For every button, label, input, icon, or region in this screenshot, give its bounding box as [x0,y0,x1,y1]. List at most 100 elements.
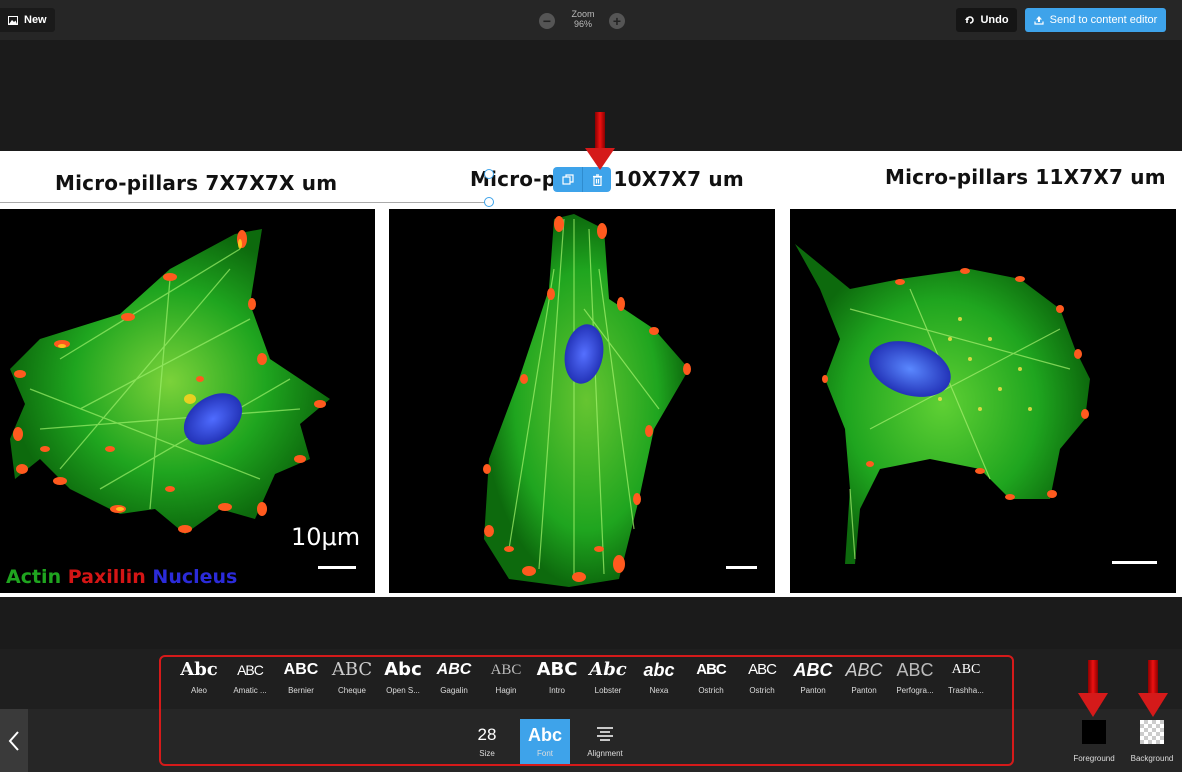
font-sample: ABC [490,662,522,678]
size-control[interactable]: 28 Size [462,719,512,764]
scale-bar-label: 10μm [291,523,361,551]
font-sample: ABC [536,659,578,680]
font-sample: ABC [331,659,373,680]
undo-label: Undo [980,14,1009,26]
panel-title-1[interactable]: Micro-pillars 7X7X7X um [55,171,337,195]
font-name: Amatic ... [233,686,267,695]
font-option-aleo[interactable]: Abc Aleo [174,658,224,702]
chevron-left-icon [8,730,19,751]
channel-legend: Actin Paxillin Nucleus [6,566,237,588]
font-label: Font [536,749,553,758]
legend-actin: Actin [6,566,62,588]
image-canvas[interactable]: Micro-pillars 7X7X7X um Micro-p 10X7X7 u… [0,151,1182,597]
font-option-perfograma[interactable]: ABC Perfogra... [890,658,940,702]
image-icon [8,15,18,25]
duplicate-button[interactable] [553,167,582,192]
zoom-in-button[interactable]: + [609,13,625,29]
zoom-out-button[interactable]: − [539,13,555,29]
top-toolbar: New − Zoom 96% + Undo Send to content ed… [0,0,1182,40]
font-sample: Abc [589,659,627,680]
zoom-control: − Zoom 96% + [538,8,628,34]
selection-line [0,202,489,203]
size-value: 28 [477,725,497,744]
font-name: Cheque [337,686,367,695]
annotation-arrow-delete [585,112,615,172]
foreground-label: Foreground [1073,754,1115,763]
font-option-panton-light[interactable]: ABC Panton [839,658,889,702]
font-option-ostrich-2[interactable]: ABC Ostrich [737,658,787,702]
font-option-panton-bold[interactable]: ABC Panton [788,658,838,702]
alignment-label: Alignment [587,749,623,758]
font-option-open-sans[interactable]: Abc Open S... [378,658,428,702]
font-name: Trashha... [948,686,984,695]
font-name: Perfogra... [896,686,934,695]
font-option-cheque[interactable]: ABC Cheque [327,658,377,702]
font-sample: ABC [748,661,777,678]
font-option-gagalin[interactable]: ABC Gagalin [429,658,479,702]
font-sample: ABC [696,661,727,678]
font-name: Aleo [190,686,207,695]
foreground-color-picker[interactable]: Foreground [1064,720,1124,764]
background-label: Background [1130,754,1174,763]
font-name: Lobster [594,686,622,695]
undo-button[interactable]: Undo [956,8,1017,32]
font-sample: ABC [896,660,934,680]
trash-icon [592,173,602,186]
font-name: Nexa [649,686,669,695]
font-name: Ostrich [698,686,724,695]
back-button[interactable] [0,709,28,772]
microscopy-image-2 [389,209,775,593]
font-sample: ABC [436,661,472,678]
rotate-handle-top[interactable] [484,169,494,179]
zoom-value: 96% [573,19,592,29]
font-option-nexa[interactable]: abc Nexa [634,658,684,702]
font-sample: abc [643,660,675,680]
duplicate-icon [561,173,574,185]
font-control[interactable]: Abc Font [520,719,570,764]
font-sample: ABC [793,660,833,680]
alignment-control[interactable]: Alignment [580,719,630,764]
font-option-hagin[interactable]: ABC Hagin [481,658,531,702]
font-option-lobster[interactable]: Abc Lobster [583,658,633,702]
font-option-amatic[interactable]: ABC Amatic ... [225,658,275,702]
font-option-ostrich-1[interactable]: ABC Ostrich [686,658,736,702]
scale-bar [318,566,356,569]
font-name: Bernier [288,686,314,695]
font-value: Abc [527,725,562,745]
align-center-icon [597,727,613,741]
font-option-trashhand[interactable]: ABC Trashha... [941,658,991,702]
new-button-label: New [24,14,47,26]
font-name: Intro [548,686,565,695]
font-sample: ABC [951,662,981,677]
zoom-label: Zoom [571,9,595,19]
font-name: Open S... [386,686,420,695]
scale-bar-2 [726,566,757,569]
font-name: Panton [800,686,826,695]
alignment-icon-wrap [580,719,630,749]
font-name: Ostrich [749,686,775,695]
annotation-arrow-foreground [1078,660,1108,720]
send-label: Send to content editor [1049,14,1158,26]
new-button[interactable]: New [0,8,55,32]
font-name: Hagin [495,686,517,695]
font-option-intro[interactable]: ABC Intro [532,658,582,702]
font-name: Panton [851,686,877,695]
rotate-handle-bottom[interactable] [484,197,494,207]
upload-icon [1034,16,1044,25]
font-sample: Abc [180,659,218,680]
foreground-swatch [1082,720,1106,744]
legend-paxillin: Paxillin [67,566,146,588]
font-sample: Abc [384,659,422,680]
font-sample: ABC [845,660,883,680]
panel-title-3[interactable]: Micro-pillars 11X7X7 um [885,165,1166,189]
font-option-bernier[interactable]: ABC Bernier [276,658,326,702]
size-label: Size [479,749,495,758]
undo-icon [965,16,975,24]
background-color-picker[interactable]: Background [1122,720,1182,764]
send-to-content-editor-button[interactable]: Send to content editor [1025,8,1166,32]
font-sample: ABC [237,662,264,678]
font-sample: ABC [283,661,319,678]
microscopy-image-3 [790,209,1176,593]
font-name: Gagalin [440,686,468,695]
legend-nucleus: Nucleus [152,566,238,588]
